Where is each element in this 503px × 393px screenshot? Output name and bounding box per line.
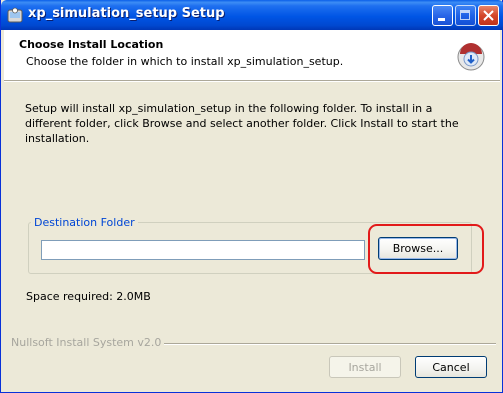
destination-folder-label: Destination Folder — [31, 216, 138, 229]
minimize-icon — [438, 18, 445, 21]
page-title: Choose Install Location — [19, 38, 164, 51]
branding-text: Nullsoft Install System v2.0 — [11, 336, 165, 349]
installer-icon — [7, 7, 23, 23]
install-disc-icon — [457, 43, 485, 71]
maximize-button[interactable] — [455, 5, 476, 26]
close-button[interactable] — [478, 5, 499, 26]
header-separator — [4, 81, 500, 82]
install-button[interactable]: Install — [329, 356, 401, 378]
maximize-icon — [460, 10, 470, 20]
minimize-button[interactable] — [432, 5, 453, 26]
destination-folder-input[interactable] — [41, 240, 365, 260]
title-bar[interactable]: xp_simulation_setup Setup — [1, 0, 503, 30]
installer-window: xp_simulation_setup Setup Choose Install… — [0, 0, 503, 393]
page-header: Choose Install Location Choose the folde… — [4, 30, 500, 81]
cancel-button[interactable]: Cancel — [415, 356, 487, 378]
install-description: Setup will install xp_simulation_setup i… — [25, 102, 459, 145]
browse-highlight-annotation — [368, 224, 484, 274]
window-title: xp_simulation_setup Setup — [28, 6, 225, 21]
page-subtitle: Choose the folder in which to install xp… — [26, 55, 344, 68]
close-icon — [483, 10, 494, 21]
space-required-text: Space required: 2.0MB — [26, 290, 151, 303]
